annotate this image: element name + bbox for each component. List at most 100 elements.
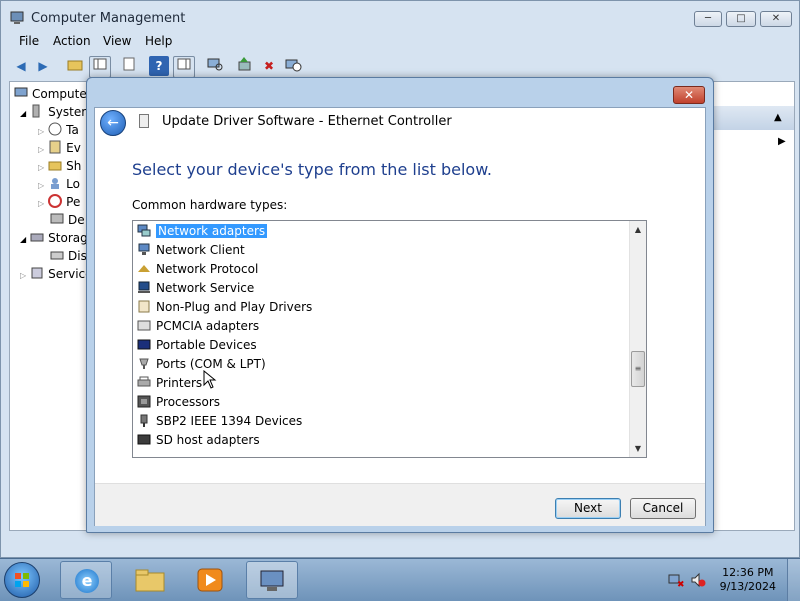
sd-host-adapter-icon [137,433,151,446]
computer-management-icon [260,570,284,591]
cancel-button[interactable]: Cancel [630,498,696,519]
taskbar-computer-management[interactable] [246,561,298,599]
network-client-icon [137,243,151,256]
computer-management-icon [10,10,26,26]
network-service-icon [137,281,151,294]
list-label: Common hardware types: [132,198,288,212]
help-icon[interactable]: ? [149,56,169,76]
network-protocol-icon [137,262,151,275]
tools-icon [30,104,44,118]
scroll-thumb[interactable]: ≡ [631,351,645,387]
scroll-down-arrow-icon[interactable]: ▼ [630,440,646,457]
clock[interactable]: 12:36 PM 9/13/2024 [720,566,776,594]
window-title: Computer Management [31,11,186,26]
list-item[interactable]: Processors [137,393,220,411]
portable-device-icon [137,338,151,351]
list-item[interactable]: SBP2 IEEE 1394 Devices [137,412,302,430]
folder-icon [135,569,165,592]
taskbar-media-player[interactable] [184,561,236,599]
disable-device-icon[interactable] [283,56,303,76]
close-button[interactable]: ✕ [760,11,792,27]
users-icon [48,176,62,190]
start-button[interactable] [4,562,40,598]
list-item[interactable]: Non-Plug and Play Drivers [137,298,312,316]
menu-file[interactable]: File [19,34,39,48]
performance-icon [48,194,63,208]
dialog-close-button[interactable]: ✕ [673,86,705,104]
clock-time: 12:36 PM [722,566,774,579]
mouse-cursor-icon [203,369,217,393]
windows-logo-icon [15,573,29,587]
tree-node-disk-management[interactable]: Dis [50,248,87,263]
printer-icon [137,376,151,389]
uninstall-icon[interactable]: ✖ [259,56,279,76]
up-folder-icon[interactable] [65,56,85,76]
tree-node-event-viewer[interactable]: ▷ Ev [38,140,81,155]
clock-date: 9/13/2024 [719,580,776,593]
processor-icon [137,395,151,408]
menu-bar: File Action View Help [9,32,793,52]
show-desktop-button[interactable] [787,559,800,601]
menu-action[interactable]: Action [53,34,91,48]
maximize-button[interactable]: □ [726,11,756,27]
services-icon [30,266,44,280]
tree-node-shared-folders[interactable]: ▷ Sh [38,158,81,173]
tree-node-services[interactable]: ▷ Service [20,266,93,281]
pcmcia-icon [137,319,151,332]
taskbar-internet-explorer[interactable]: e [60,561,112,599]
minimize-button[interactable]: ─ [694,11,722,27]
list-item[interactable]: PCMCIA adapters [137,317,259,335]
device-manager-icon [50,212,64,226]
tree-node-storage[interactable]: ◢ Storag [20,230,88,245]
tree-node-local-users[interactable]: ▷ Lo [38,176,80,191]
list-item[interactable]: Network adapters [137,222,269,240]
list-item[interactable]: Network Client [137,241,245,259]
tree-node-performance[interactable]: ▷ Pe [38,194,80,209]
tree-node-device-manager[interactable]: De [50,212,85,227]
dialog-title: Update Driver Software - Ethernet Contro… [162,114,452,129]
list-item[interactable]: Printers [137,374,202,392]
actions-header [714,106,794,130]
list-scrollbar[interactable]: ▲ ≡ ▼ [629,221,646,457]
list-item[interactable]: SD host adapters [137,431,260,449]
more-actions-arrow-icon[interactable]: ▶ [778,136,786,147]
list-item[interactable]: Ports (COM & LPT) [137,355,266,373]
ports-icon [137,357,151,370]
computer-icon [14,86,28,100]
volume-muted-icon[interactable] [690,572,706,588]
back-arrow-icon[interactable]: ◀ [11,56,31,76]
console-tree-icon[interactable] [89,56,111,78]
media-player-icon [197,568,223,592]
network-tray-icon[interactable]: ✖ [668,572,685,590]
menu-help[interactable]: Help [145,34,172,48]
update-driver-dialog: ✕ ← Update Driver Software - Ethernet Co… [86,77,714,533]
forward-arrow-icon[interactable]: ▶ [33,56,53,76]
device-icon [139,114,149,128]
sbp2-device-icon [137,414,151,427]
menu-view[interactable]: View [103,34,131,48]
show-action-pane-icon[interactable] [173,56,195,78]
hardware-types-list[interactable]: Network adapters Network Client Network … [132,220,647,458]
tree-node-task-scheduler[interactable]: ▷ Ta [38,122,79,137]
next-button[interactable]: Next [555,498,621,519]
tree-node-system-tools[interactable]: ◢ System [20,104,93,119]
list-item[interactable]: Portable Devices [137,336,257,354]
collapse-up-icon[interactable]: ▲ [774,112,782,123]
list-item[interactable]: Network Service [137,279,254,297]
scan-hardware-icon[interactable] [205,56,225,76]
taskbar: e ✖ 12:36 PM 9/13/2024 [0,558,800,601]
non-plug-and-play-icon [137,300,151,313]
list-item[interactable]: Network Protocol [137,260,258,278]
back-button[interactable]: ← [100,110,126,136]
clock-icon [48,122,62,136]
scroll-up-arrow-icon[interactable]: ▲ [630,221,646,238]
internet-explorer-icon: e [75,569,99,593]
instruction-text: Select your device's type from the list … [132,160,492,179]
tree-node-computer[interactable]: Computer [14,86,92,101]
taskbar-windows-explorer[interactable] [124,561,176,599]
properties-icon[interactable] [119,56,139,76]
network-adapter-icon [137,224,151,237]
update-driver-icon[interactable] [235,56,255,76]
svg-text:✖: ✖ [677,580,684,588]
event-viewer-icon [48,140,62,154]
